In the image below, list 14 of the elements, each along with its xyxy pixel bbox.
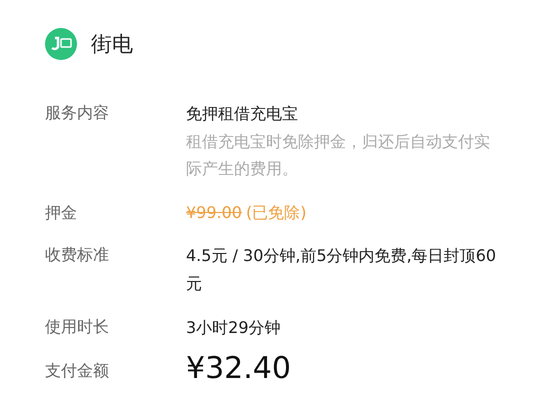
field-label: 服务内容 xyxy=(45,102,110,124)
payment-amount: ¥32.40 xyxy=(186,352,292,386)
waived-note: (已免除) xyxy=(246,203,306,222)
logo-icon xyxy=(45,28,77,60)
value-text: 4.5元 / 30分钟,前5分钟内免费,每日封顶60元 xyxy=(186,245,498,295)
deposit-amount: ¥99.00 xyxy=(186,203,242,222)
field-label: 使用时长 xyxy=(45,316,110,338)
field-label: 收费标准 xyxy=(45,244,110,266)
app-title: 街电 xyxy=(91,31,133,58)
value-text: 3小时29分钟 xyxy=(186,317,282,339)
value-text: 免押租借充电宝 xyxy=(186,103,299,125)
field-label: 押金 xyxy=(45,202,78,224)
field-label: 支付金额 xyxy=(45,360,110,382)
description-text: 租借充电宝时免除押金，归还后自动支付实际产生的费用。 xyxy=(186,131,491,180)
